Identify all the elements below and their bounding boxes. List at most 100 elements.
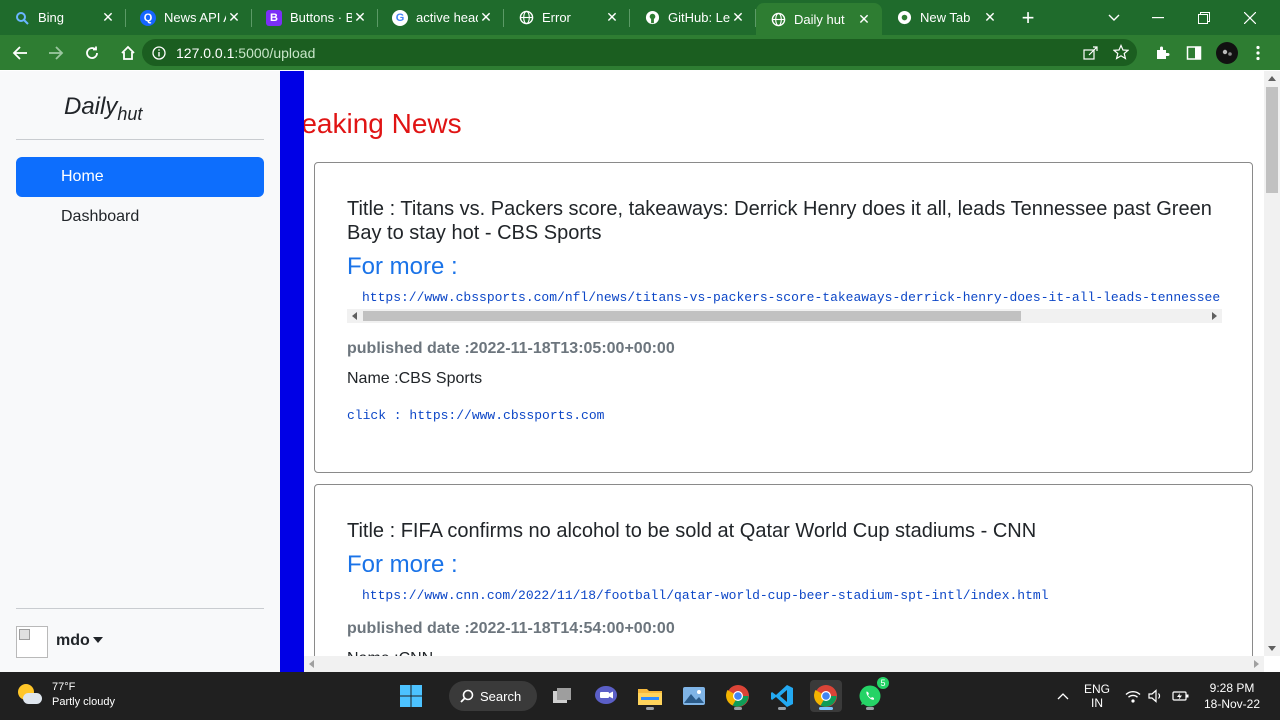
scrollbar-thumb[interactable] [1266,87,1278,193]
scroll-left-icon[interactable] [352,312,357,320]
github-icon [644,10,660,26]
source-name: Name :CBS Sports [347,370,483,387]
close-icon[interactable]: ✕ [100,9,116,26]
whatsapp-icon[interactable]: 5 [854,676,890,712]
reload-icon[interactable] [76,37,108,69]
close-icon[interactable]: ✕ [478,9,494,26]
profile-avatar[interactable] [1211,35,1243,70]
tab-error[interactable]: Error ✕ [504,0,630,35]
close-icon[interactable]: ✕ [352,9,368,26]
page-headline: reaking News [304,108,462,139]
volume-icon[interactable] [1146,672,1164,720]
browser-toolbar: 127.0.0.1:5000/upload [0,35,1280,70]
minimize-icon[interactable] [1152,0,1176,35]
close-icon[interactable]: ✕ [982,9,998,26]
task-view-icon[interactable] [546,680,578,712]
windows-start-icon[interactable] [395,680,427,712]
search-icon [460,689,474,703]
vscode-icon[interactable] [766,680,798,712]
tab-google-search[interactable]: G active head ✕ [378,0,504,35]
avatar[interactable] [16,626,48,658]
chrome-browser-icon[interactable] [722,680,754,712]
article-title: Title : FIFA confirms no alcohol to be s… [347,520,1037,542]
window-close-icon[interactable] [1244,0,1268,35]
site-info-icon[interactable] [152,45,166,60]
brand-sub: hut [117,103,143,124]
running-indicator [819,707,833,710]
article-url[interactable]: https://www.cbssports.com/nfl/news/titan… [362,290,1222,305]
bootstrap-icon: B [266,9,282,26]
home-icon[interactable] [112,37,144,69]
language-region: IN [1091,696,1103,710]
accent-bar [280,71,304,672]
restore-icon[interactable] [1198,0,1222,35]
article-url[interactable]: https://www.cnn.com/2022/11/18/football/… [362,588,1222,603]
for-more-heading: For more : [347,551,458,578]
scrollbar-thumb[interactable] [363,311,1021,321]
page-vertical-scrollbar[interactable] [1264,71,1280,656]
tab-github[interactable]: GitHub: Let ✕ [630,0,756,35]
bookmark-star-icon[interactable] [1113,44,1129,60]
tab-search-icon[interactable] [1108,0,1132,35]
clock-date: 18-Nov-22 [1203,697,1261,711]
tab-label: Bing [38,10,65,25]
partly-cloudy-icon [16,682,42,708]
close-icon[interactable]: ✕ [604,9,620,26]
close-icon[interactable]: ✕ [730,9,746,26]
running-indicator [778,707,786,710]
tab-bing[interactable]: Bing ✕ [0,0,126,35]
language-indicator[interactable]: ENG IN [1080,672,1114,720]
caret-down-icon[interactable] [93,637,103,643]
url-host: 127.0.0.1 [176,44,235,61]
scroll-right-icon[interactable] [1212,312,1217,320]
show-hidden-icons-chevron[interactable] [1053,672,1073,720]
scroll-up-icon[interactable] [1268,76,1276,81]
user-dropdown-toggle[interactable]: mdo [56,632,90,650]
code-horizontal-scrollbar[interactable] [347,309,1222,323]
brand-logo[interactable]: Dailyhut [64,93,142,125]
side-panel-icon[interactable] [1178,35,1210,70]
tab-label: Buttons · Bo [290,10,352,25]
share-icon[interactable] [1083,45,1099,60]
tab-news-api[interactable]: Q News API A ✕ [126,0,252,35]
article-title: Title : Titans vs. Packers score, takeaw… [347,198,1212,244]
sidebar-item-label: Dashboard [61,208,140,225]
tab-daily-hut[interactable]: Daily hut ✕ [756,3,882,35]
sidebar-divider [16,139,264,140]
scroll-down-icon[interactable] [1268,646,1276,651]
system-clock[interactable]: 9:28 PM 18-Nov-22 [1196,680,1268,712]
menu-kebab-icon[interactable] [1242,35,1274,70]
wifi-icon[interactable] [1124,672,1142,720]
back-icon[interactable] [4,37,36,69]
scroll-right-icon[interactable] [1254,660,1259,668]
file-explorer-icon[interactable] [634,680,666,712]
source-link[interactable]: click : https://www.cbssports.com [347,408,604,423]
address-bar[interactable]: 127.0.0.1:5000/upload [142,39,1137,66]
extensions-icon[interactable] [1146,35,1178,70]
search-label: Search [480,688,522,704]
taskbar-search-button[interactable]: Search [449,681,537,711]
tab-label: Error [542,10,571,25]
running-indicator [866,707,874,710]
photos-icon[interactable] [678,680,710,712]
forward-icon[interactable] [40,37,72,69]
newsapi-icon: Q [140,9,156,26]
tab-bootstrap-buttons[interactable]: B Buttons · Bo ✕ [252,0,378,35]
page-horizontal-scrollbar[interactable] [304,656,1264,672]
chrome-active-profile-icon[interactable] [810,680,842,712]
page-viewport: Dailyhut Home Dashboard mdo reaking News… [0,71,1280,672]
weather-desc: Partly cloudy [52,696,115,708]
tab-label: New Tab [920,10,971,25]
sidebar-item-home[interactable]: Home [16,157,264,197]
teams-chat-icon[interactable] [590,680,622,712]
close-icon[interactable]: ✕ [856,11,872,28]
tab-new-tab[interactable]: New Tab ✕ [882,0,1008,35]
battery-icon[interactable] [1170,672,1192,720]
sidebar-item-dashboard[interactable]: Dashboard [16,197,264,237]
new-tab-button[interactable]: + [1008,0,1048,35]
weather-temp: 77°F [52,681,76,693]
weather-widget[interactable]: 77°F Partly cloudy [16,680,115,710]
tab-label: active head [416,10,478,25]
scroll-left-icon[interactable] [309,660,314,668]
close-icon[interactable]: ✕ [226,9,242,26]
